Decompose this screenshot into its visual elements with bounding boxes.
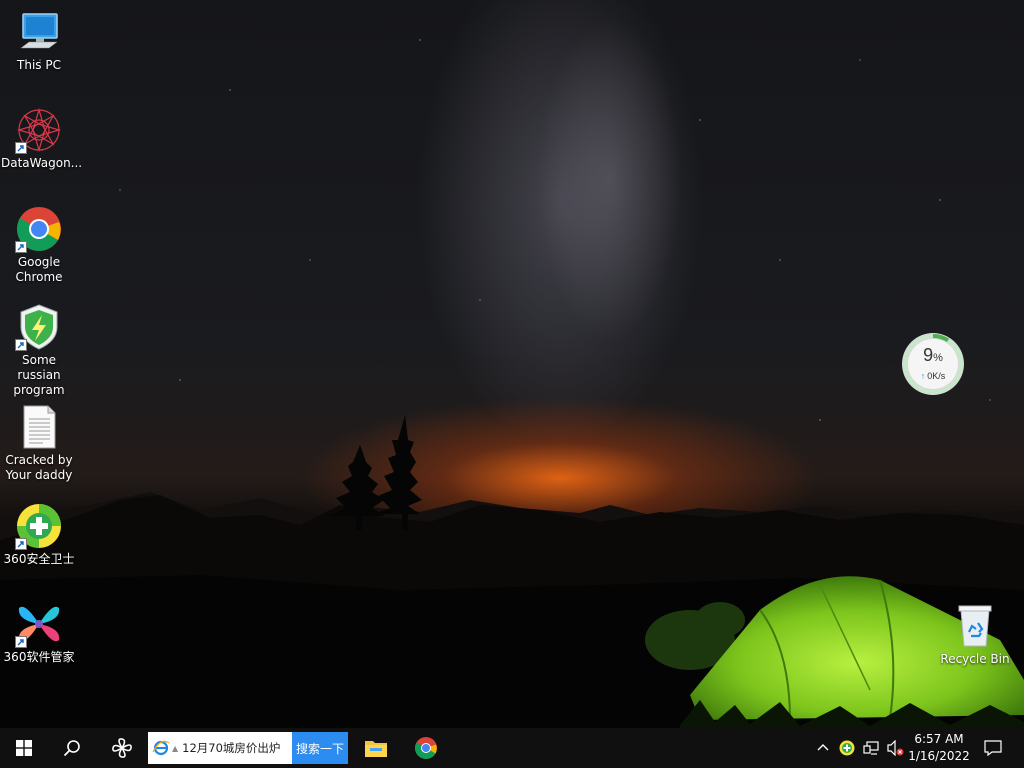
clock-time: 6:57 AM: [914, 732, 964, 746]
desktop-icon-label: 360安全卫士: [3, 552, 75, 566]
desktop-icon-label: DataWagon...: [1, 156, 83, 170]
caret-up-icon: ▲: [172, 743, 179, 753]
computer-icon: [15, 8, 63, 56]
desktop-icon-this-pc[interactable]: This PC: [1, 8, 77, 73]
pinwheel-icon: [112, 738, 132, 758]
shortcut-arrow-icon: [15, 538, 27, 550]
taskbar: ▲ 12月70城房价出炉 搜索一下 6:57 AM 1/16/2022: [0, 728, 1024, 768]
taskbar-pinwheel-app[interactable]: [98, 728, 146, 768]
tray-network[interactable]: [860, 728, 882, 768]
news-search-input[interactable]: ▲ 12月70城房价出炉: [148, 732, 292, 764]
shortcut-arrow-icon: [15, 142, 27, 154]
action-center-button[interactable]: [978, 728, 1008, 768]
tray-volume[interactable]: [884, 728, 906, 768]
tray-show-hidden[interactable]: [812, 728, 834, 768]
desktop-icon-datawagon[interactable]: DataWagon...: [1, 106, 83, 171]
windows-start-icon: [16, 740, 32, 756]
news-search-widget: ▲ 12月70城房价出炉 搜索一下: [148, 732, 348, 764]
desktop-icon-360-software-manager[interactable]: 360软件管家: [1, 600, 77, 665]
ie-icon: [152, 740, 170, 756]
chevron-up-icon: [817, 744, 829, 751]
desktop-icon-label-line1: Cracked by: [5, 453, 73, 467]
volume-muted-icon: [887, 740, 904, 756]
desktop-icon-label-line2: Your daddy: [5, 468, 73, 482]
taskbar-chrome[interactable]: [402, 728, 450, 768]
desktop-icon-label-line2: Chrome: [15, 270, 63, 284]
desktop-icon-label-line1: Some russian: [17, 353, 61, 382]
desktop-icon-label: This PC: [17, 58, 61, 72]
network-speed: ↑ 0K/s: [920, 371, 946, 381]
datawagon-icon: [15, 106, 63, 154]
news-search-button[interactable]: 搜索一下: [292, 732, 348, 764]
desktop-icon-label-line1: Google: [17, 255, 61, 269]
network-icon: [863, 741, 879, 755]
file-explorer-icon: [365, 741, 387, 757]
chrome-icon: [415, 737, 437, 759]
upload-arrow-icon: ↑: [920, 371, 926, 381]
news-search-text: 12月70城房价出炉: [182, 741, 281, 755]
360-software-manager-icon: [15, 600, 63, 648]
search-icon: [63, 740, 80, 757]
taskbar-clock[interactable]: 6:57 AM 1/16/2022: [906, 731, 972, 765]
action-center-icon: [984, 740, 1002, 756]
wallpaper-landscape: [0, 415, 1024, 730]
desktop: This PC DataWagon... Google Chrome Some …: [0, 0, 1024, 768]
tray-360[interactable]: [836, 728, 858, 768]
clock-date: 1/16/2022: [908, 749, 970, 763]
desktop-icon-360-security[interactable]: 360安全卫士: [1, 502, 77, 567]
360-security-icon: [15, 502, 63, 550]
taskbar-search-button[interactable]: [48, 728, 96, 768]
taskbar-file-explorer[interactable]: [352, 728, 400, 768]
shortcut-arrow-icon: [15, 339, 27, 351]
shield-bolt-icon: [15, 303, 63, 351]
desktop-icon-google-chrome[interactable]: Google Chrome: [1, 205, 77, 285]
network-speed-meter[interactable]: 9% ↑ 0K/s: [900, 331, 966, 397]
360-tray-icon: [839, 740, 855, 756]
text-document-icon: [15, 403, 63, 451]
shortcut-arrow-icon: [15, 241, 27, 253]
desktop-icon-label-line2: program: [13, 383, 65, 397]
start-button[interactable]: [0, 728, 48, 768]
desktop-icon-some-russian-program[interactable]: Some russian program: [1, 303, 77, 398]
desktop-icon-label: 360软件管家: [3, 650, 75, 664]
chrome-icon: [15, 205, 63, 253]
desktop-icon-recycle-bin[interactable]: Recycle Bin: [937, 602, 1013, 667]
cpu-percent: 9%: [923, 345, 943, 365]
desktop-icon-cracked-by-your-daddy[interactable]: Cracked by Your daddy: [1, 403, 77, 483]
desktop-icon-label: Recycle Bin: [940, 652, 1010, 666]
shortcut-arrow-icon: [15, 636, 27, 648]
recycle-bin-icon: [951, 602, 999, 650]
